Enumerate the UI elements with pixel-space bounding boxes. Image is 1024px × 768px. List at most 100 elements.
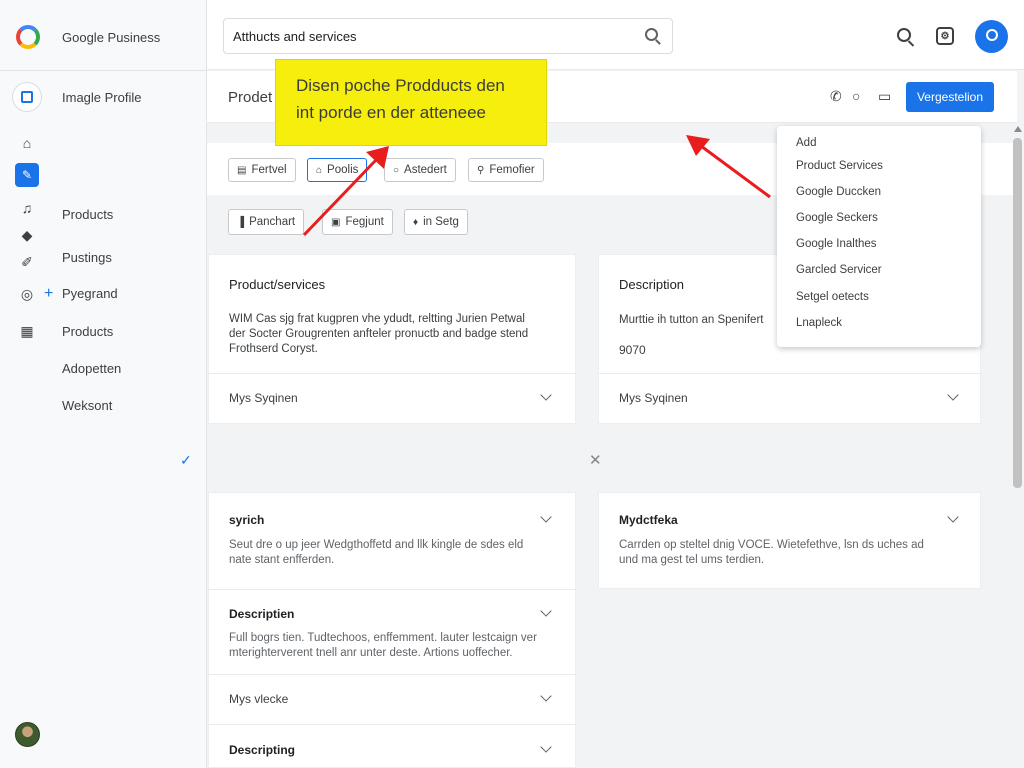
description-line: und ma gest tel ums terdien.	[619, 554, 765, 566]
chip-astedert[interactable]: ○ Astedert	[384, 158, 456, 182]
chevron-down-icon[interactable]	[947, 389, 959, 401]
search-input[interactable]	[233, 28, 633, 44]
chevron-down-icon[interactable]	[540, 605, 552, 617]
divider	[599, 373, 982, 374]
search-icon[interactable]	[645, 28, 658, 41]
sidebar-item-products[interactable]: Products	[62, 207, 113, 222]
profile-icon	[12, 82, 42, 112]
sidebar-item-pustings[interactable]: Pustings	[62, 250, 112, 265]
profile-switcher[interactable]: Imagle Profile	[12, 82, 141, 112]
thumb-icon: ♦	[413, 216, 419, 228]
grid-icon[interactable]: ▦	[18, 322, 36, 340]
sidebar-item-products-2[interactable]: Products	[62, 324, 113, 339]
chevron-down-icon[interactable]	[540, 389, 552, 401]
mydctfeka-card: Mydctfeka Carrden op steltel dnig VOCE. …	[598, 492, 981, 589]
search-icon: ⚲	[477, 164, 485, 176]
list-icon: ▤	[237, 164, 247, 176]
section-title: Descriptien	[229, 607, 295, 621]
store-icon: ⌂	[316, 164, 323, 176]
account-icon	[985, 28, 998, 41]
chip-fertvel[interactable]: ▤ Fertvel	[228, 158, 296, 182]
menu-item[interactable]: Lnapleck	[796, 317, 842, 329]
active-page-icon[interactable]: ✎	[15, 163, 39, 187]
header-search-icon[interactable]	[897, 28, 911, 42]
menu-item[interactable]: Google Inalthes	[796, 238, 877, 250]
shapes-icon[interactable]: ◆	[18, 226, 36, 244]
description-line: mterighterverent tnell anr unter deste. …	[229, 647, 513, 659]
expand-row-label[interactable]: Mys Syqinen	[619, 391, 688, 405]
sidebar-item-adopetten[interactable]: Adopetten	[62, 361, 121, 376]
annotation-callout: Disen poche Prodducts den int porde en d…	[275, 59, 547, 146]
card-description: WIM Cas sjg frat kugpren vhe ydudt, relt…	[229, 312, 528, 357]
description-line: Carrden op steltel dnig VOCE. Wietefethv…	[619, 539, 924, 551]
scrollbar-thumb[interactable]	[1013, 138, 1022, 488]
sidebar-item-weksont[interactable]: Weksont	[62, 398, 112, 413]
brand[interactable]: Google Pusiness	[16, 24, 160, 50]
circle-icon: ○	[393, 164, 400, 176]
add-icon[interactable]: +	[44, 285, 53, 303]
divider	[209, 589, 577, 590]
menu-item[interactable]: Google Seckers	[796, 212, 878, 224]
chip-poolis[interactable]: ⌂ Poolis	[307, 158, 368, 182]
chevron-down-icon[interactable]	[540, 690, 552, 702]
bar-icon: ▐	[237, 216, 245, 228]
google-logo-icon	[16, 25, 40, 49]
description-line: Seut dre o up jeer Wedgthoffetd and llk …	[229, 539, 524, 551]
dropdown-menu: Add Product Services Google Duccken Goog…	[777, 126, 981, 347]
settings-icon[interactable]: ⚙	[936, 27, 954, 45]
account-button[interactable]	[975, 20, 1008, 53]
scroll-up-icon[interactable]	[1014, 126, 1022, 132]
sidebar-divider	[0, 70, 207, 71]
music-note-icon[interactable]: ♫	[18, 199, 36, 217]
chip-femofier[interactable]: ⚲ Femofier	[468, 158, 544, 182]
expand-row-label[interactable]: Mys vlecke	[229, 692, 288, 706]
card-title: Description	[619, 277, 685, 292]
menu-item[interactable]: Product Services	[796, 160, 883, 172]
search-bar[interactable]	[223, 18, 673, 54]
brand-name: Google Pusiness	[62, 29, 161, 45]
card-description: Murttie ih tutton an Spenifert	[619, 314, 764, 326]
divider	[209, 674, 577, 675]
card-description: Carrden op steltel dnig VOCE. Wietefethv…	[619, 538, 924, 568]
product-services-card: Product/services WIM Cas sjg frat kugpre…	[208, 254, 577, 424]
check-icon[interactable]: ✓	[180, 452, 192, 469]
chip-label: Fegjunt	[345, 216, 384, 228]
page-title: Prodet	[228, 89, 273, 106]
profile-name: Imagle Profile	[62, 89, 142, 105]
menu-item[interactable]: Add	[796, 137, 816, 149]
circle-icon[interactable]: ○	[852, 88, 860, 104]
inbox-icon[interactable]: ▭	[878, 88, 891, 105]
chip-label: in Setg	[423, 216, 459, 228]
card-value: 9070	[619, 343, 646, 357]
edit-icon[interactable]: ✐	[18, 253, 36, 271]
chevron-down-icon[interactable]	[540, 511, 552, 523]
google-circle-icon[interactable]: ◎	[18, 285, 36, 303]
description-line: der Socter Grougrenten anfteler pronuctb…	[229, 328, 529, 340]
chevron-down-icon[interactable]	[540, 741, 552, 753]
sidebar-item-pyegrand[interactable]: Pyegrand	[62, 286, 118, 301]
chip-label: Astedert	[404, 164, 447, 176]
description-line: Full bogrs tien. Tudtechoos, enffemment.…	[229, 632, 537, 644]
expand-row-label[interactable]: Mys Syqinen	[229, 391, 298, 405]
card-title: syrich	[229, 513, 265, 527]
home-icon[interactable]: ⌂	[18, 134, 36, 152]
chip-fegjunt[interactable]: ▣ Fegjunt	[322, 209, 393, 235]
chip-label: Poolis	[327, 164, 359, 176]
description-line: WIM Cas sjg frat kugpren vhe ydudt, relt…	[229, 313, 525, 325]
calendar-icon: ▣	[331, 216, 341, 228]
menu-item[interactable]: Setgel oetects	[796, 291, 869, 303]
chip-in-setg[interactable]: ♦ in Setg	[404, 209, 468, 235]
chip-panchart[interactable]: ▐ Panchart	[228, 209, 305, 235]
section-description: Full bogrs tien. Tudtechoos, enffemment.…	[229, 631, 537, 661]
card-title: Mydctfeka	[619, 513, 678, 527]
primary-action-button[interactable]: Vergestelion	[906, 82, 994, 112]
close-icon[interactable]: ✕	[589, 451, 602, 469]
description-line: nate stant enfferden.	[229, 554, 335, 566]
menu-item[interactable]: Garcled Servicer	[796, 264, 882, 276]
avatar[interactable]	[15, 722, 40, 747]
menu-item[interactable]: Google Duccken	[796, 186, 881, 198]
chip-label: Panchart	[249, 216, 296, 228]
phone-icon[interactable]: ✆	[830, 88, 842, 105]
chevron-down-icon[interactable]	[947, 511, 959, 523]
card-description: Seut dre o up jeer Wedgthoffetd and llk …	[229, 538, 523, 568]
